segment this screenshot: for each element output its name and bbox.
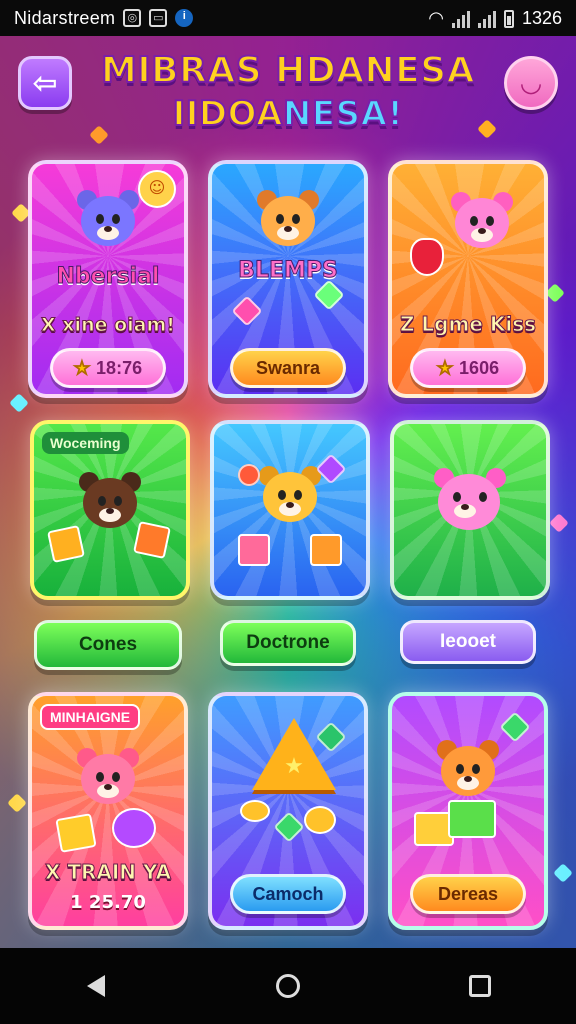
card-banner: BLEMPS — [238, 258, 339, 284]
level-card-2[interactable]: BLEMPS Swanra — [208, 160, 368, 398]
level-card-6[interactable] — [390, 420, 550, 600]
gift-box-icon — [310, 534, 342, 566]
profile-button[interactable]: ◡ — [504, 56, 558, 110]
bear-character — [73, 186, 143, 256]
gift-box-icon — [55, 813, 97, 853]
card-tag: MINHAIGNE — [40, 704, 141, 730]
game-title-line2: IIDOANESA! — [80, 93, 496, 135]
gem-icon — [231, 295, 263, 327]
strawberry-icon — [410, 238, 444, 276]
level-card-5[interactable] — [210, 420, 370, 600]
game-title-line2-a: IIDOA — [172, 93, 284, 135]
dereas-button[interactable]: Dereas — [410, 874, 526, 914]
face-icon: ◡ — [521, 68, 541, 98]
bear-character — [253, 186, 323, 256]
nav-back-button[interactable] — [76, 966, 116, 1006]
gift-box-icon — [238, 534, 270, 566]
media-icon: ◎ — [123, 9, 142, 27]
button-label: Dereas — [437, 883, 499, 904]
cones-button[interactable]: Cones — [34, 620, 182, 670]
gem-icon — [112, 808, 156, 848]
price-label: 1606 — [459, 357, 500, 378]
star-icon: ★ — [436, 357, 454, 378]
star-icon: ★ — [284, 754, 304, 779]
play-button[interactable]: Swanra — [230, 348, 346, 388]
button-label: Ieooet — [440, 631, 496, 652]
info-icon: i — [175, 9, 194, 27]
signal-icon — [477, 10, 496, 28]
gift-box-icon — [448, 800, 496, 838]
level-card-8[interactable]: ★ Camoch — [208, 692, 368, 930]
ieooet-button[interactable]: Ieooet — [400, 620, 536, 664]
signal-icon — [451, 10, 470, 28]
bear-character — [447, 188, 517, 258]
card-caption: X xine oiam! — [41, 314, 176, 337]
system-nav-bar — [0, 948, 576, 1024]
card-caption: Z Lgme Kiss — [399, 312, 537, 337]
bear-character — [255, 462, 325, 532]
bear-character — [430, 464, 510, 544]
gift-box-icon — [47, 525, 85, 563]
sparkle — [545, 283, 565, 303]
sparkle — [9, 393, 29, 413]
sparkle — [553, 863, 573, 883]
level-card-4[interactable]: Woceming — [30, 420, 190, 600]
battery-icon — [503, 9, 514, 28]
price-label: 18:76 — [96, 357, 143, 378]
game-title-line2-b: NESA! — [282, 93, 404, 135]
star-icon: ★ — [73, 357, 91, 378]
coin-icon — [240, 800, 270, 822]
camoch-button[interactable]: Camoch — [230, 874, 346, 914]
level-card-1[interactable]: ☺ Nbersial X xine oiam! ★ 18:76 — [28, 160, 188, 398]
gem-icon — [273, 811, 305, 843]
back-arrow-icon: ⇦ — [32, 65, 58, 101]
game-title-line1: MIBRAS HDANESA — [100, 49, 476, 92]
level-card-7[interactable]: MINHAIGNE X TRAIN YA 1 25.70 — [28, 692, 188, 930]
wifi-icon: ◠ — [428, 8, 444, 28]
emote-icon: ☺ — [138, 170, 176, 208]
card-banner: Nbersial — [56, 264, 160, 290]
nav-recent-button[interactable] — [460, 966, 500, 1006]
button-label: Cones — [78, 634, 138, 655]
coin-icon — [304, 806, 336, 834]
level-card-9[interactable]: Dereas — [388, 692, 548, 930]
nav-home-icon — [276, 974, 300, 998]
status-right: ◠ 1326 — [428, 8, 562, 29]
card-tag: Woceming — [42, 432, 129, 454]
bear-character — [433, 736, 503, 806]
nav-recent-icon — [469, 975, 491, 997]
bear-character — [75, 468, 145, 538]
status-time: 1326 — [521, 8, 562, 28]
game-screen: ⇦ MIBRAS HDANESA IIDOANESA! ◡ ☺ Nbersial… — [0, 36, 576, 948]
gem-icon — [499, 711, 531, 743]
sparkle — [7, 793, 27, 813]
button-label: Camoch — [252, 883, 324, 904]
button-label: Swanra — [255, 357, 321, 378]
bear-character — [73, 744, 143, 814]
nav-back-icon — [87, 975, 105, 997]
cast-icon: ▭ — [149, 9, 168, 27]
back-button[interactable]: ⇦ — [18, 56, 72, 110]
price-button[interactable]: ★ 1606 — [410, 348, 526, 388]
button-label: Doctrone — [246, 632, 330, 653]
gift-box-icon — [133, 521, 171, 559]
price-label: 1 25.70 — [70, 892, 146, 913]
sparkle — [549, 513, 569, 533]
status-bar: Nidarstreem ◎ ▭ i ◠ 1326 — [0, 0, 576, 36]
nav-home-button[interactable] — [268, 966, 308, 1006]
gem-icon — [313, 279, 345, 311]
doctrone-button[interactable]: Doctrone — [220, 620, 356, 666]
level-card-3[interactable]: Z Lgme Kiss ★ 1606 — [388, 160, 548, 398]
price-button[interactable]: ★ 18:76 — [50, 348, 166, 388]
card-caption: X TRAIN YA — [44, 860, 172, 885]
status-app-name: Nidarstreem — [14, 7, 116, 28]
